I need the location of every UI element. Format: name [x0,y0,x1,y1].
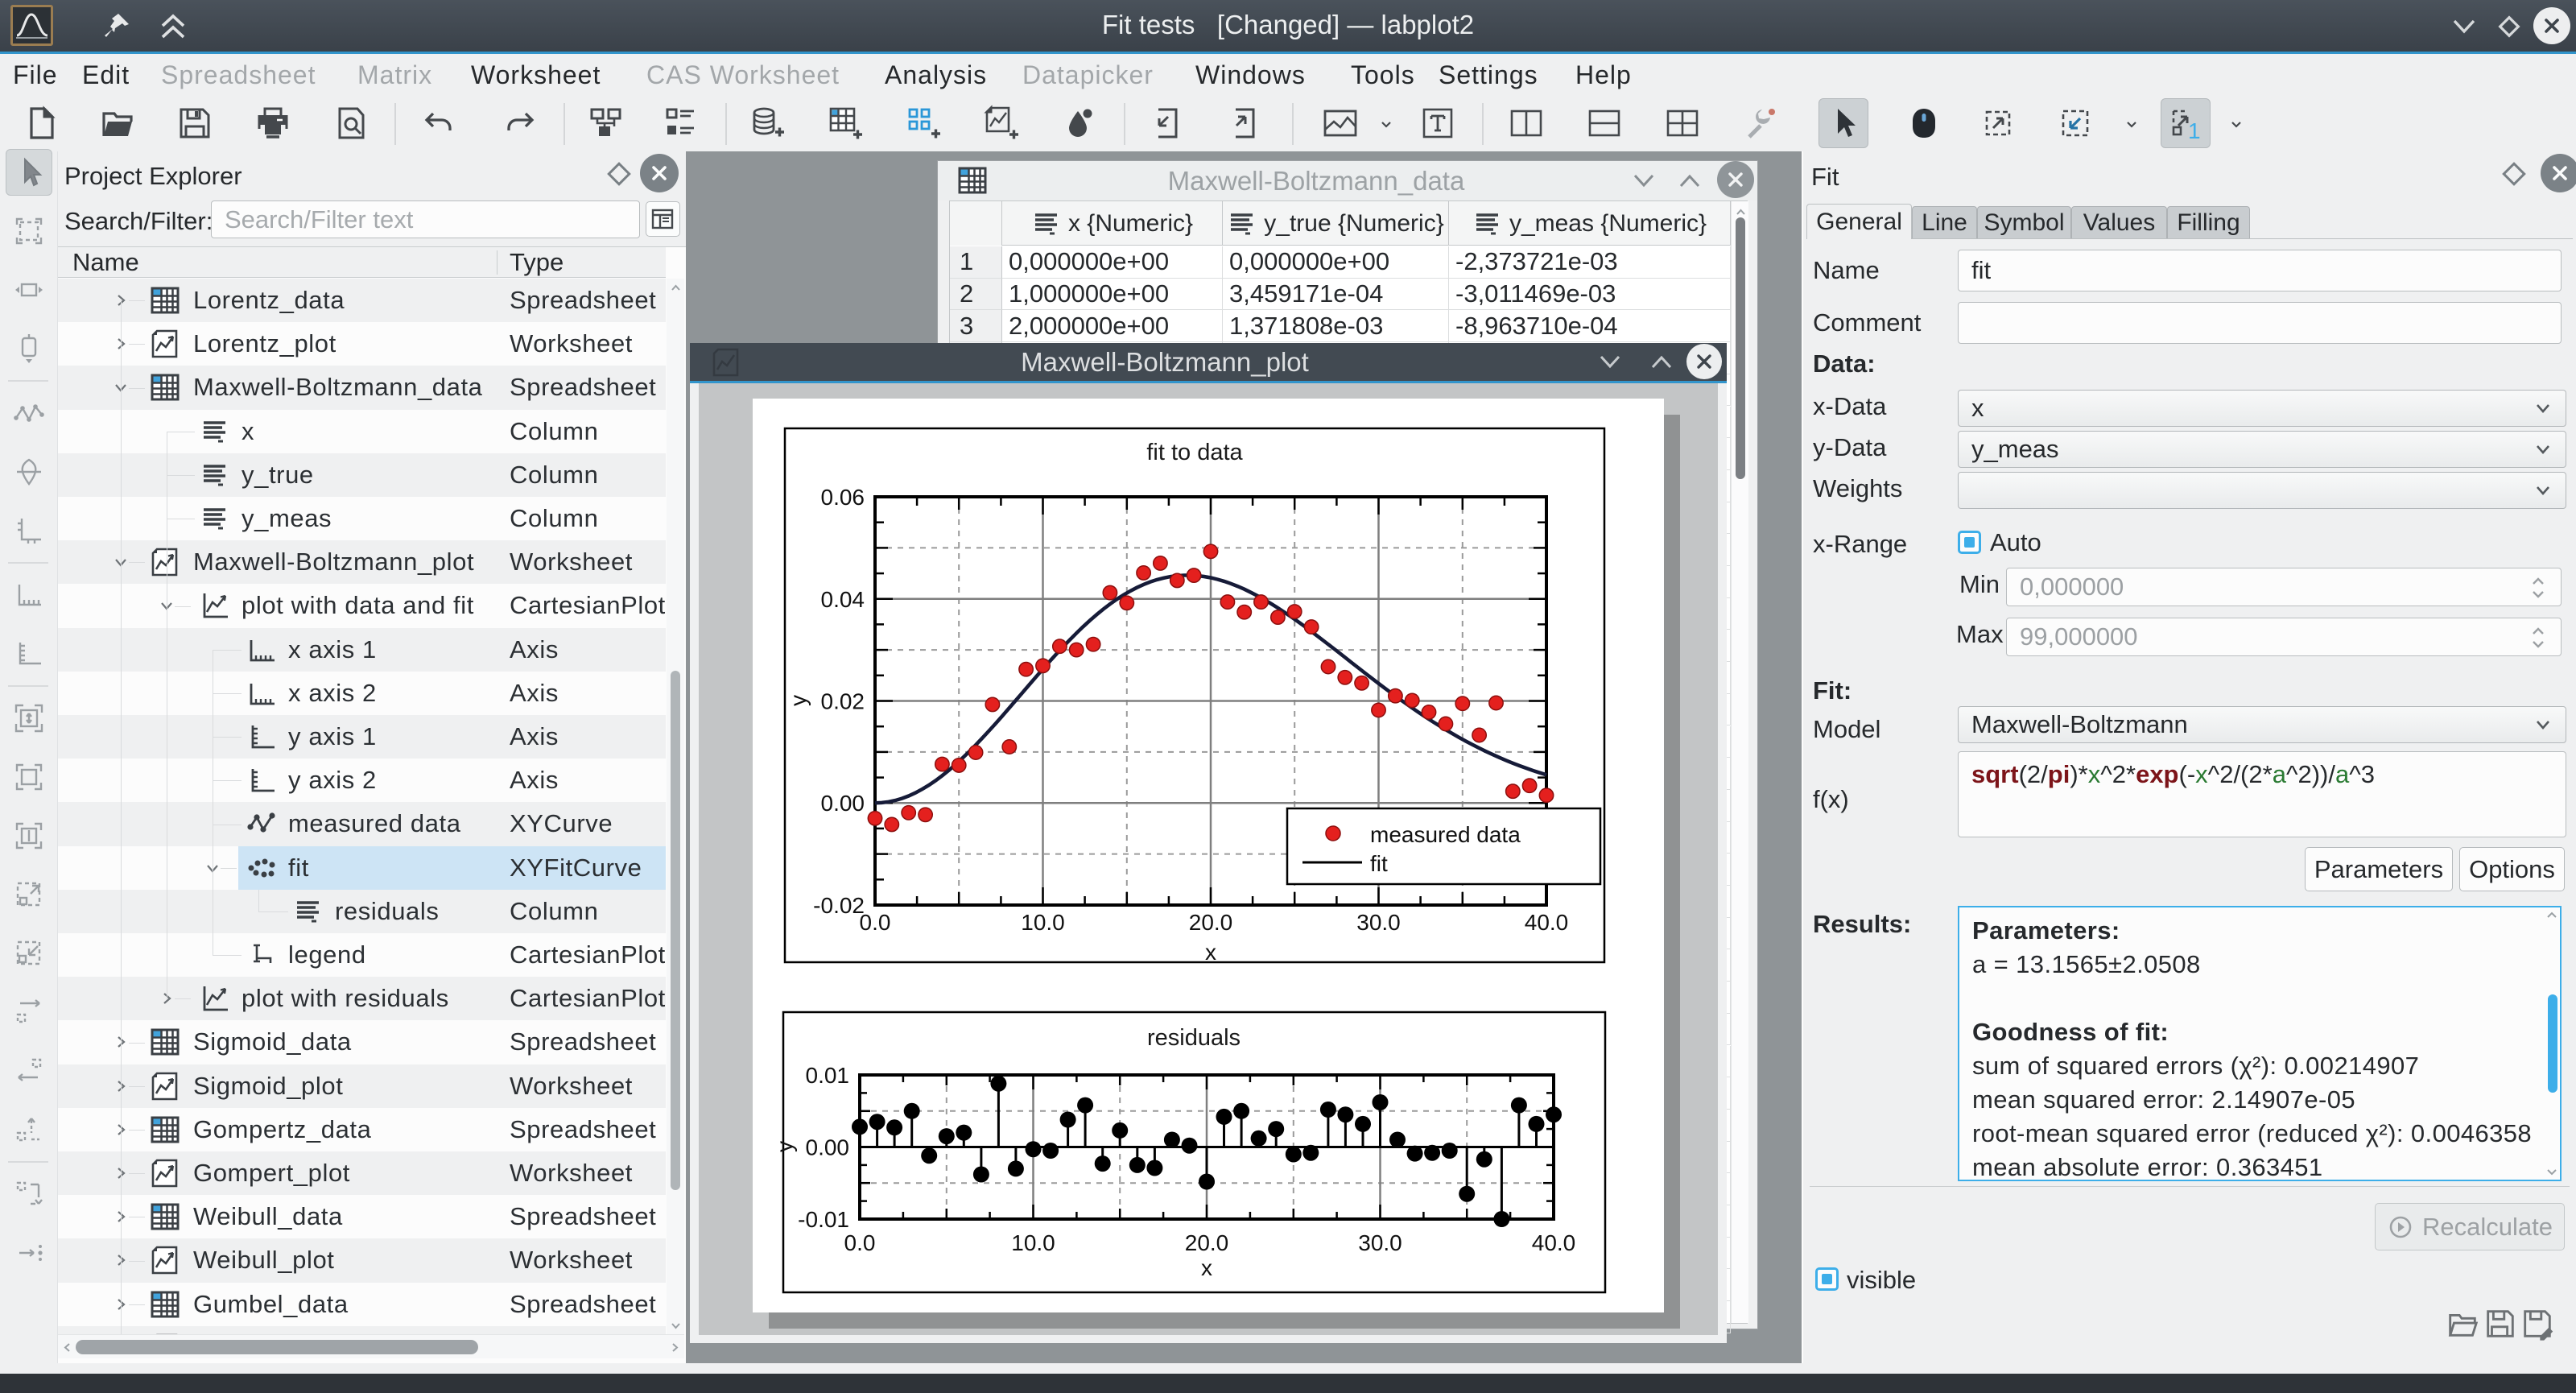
svg-text:0.00: 0.00 [806,1135,850,1160]
svg-text:fit to data: fit to data [1146,440,1243,465]
svg-text:10.0: 10.0 [1021,910,1065,935]
svg-text:40.0: 40.0 [1532,1230,1576,1255]
svg-text:y: y [772,1141,797,1152]
svg-text:0.04: 0.04 [821,587,865,612]
svg-text:0.01: 0.01 [806,1063,850,1088]
svg-text:-0.02: -0.02 [813,893,865,918]
svg-text:y: y [786,695,811,706]
svg-text:residuals: residuals [1147,1025,1241,1051]
svg-text:20.0: 20.0 [1189,910,1233,935]
svg-text:0.0: 0.0 [860,910,891,935]
svg-text:30.0: 30.0 [1358,1230,1402,1255]
svg-text:40.0: 40.0 [1525,910,1569,935]
svg-text:-0.01: -0.01 [798,1207,849,1232]
svg-text:20.0: 20.0 [1185,1230,1229,1255]
svg-text:0.02: 0.02 [821,689,865,714]
svg-text:measured data: measured data [1370,822,1521,847]
svg-text:10.0: 10.0 [1011,1230,1055,1255]
svg-text:x: x [1201,1255,1212,1280]
svg-text:0.0: 0.0 [844,1230,876,1255]
svg-text:30.0: 30.0 [1356,910,1401,935]
svg-text:0.06: 0.06 [821,485,865,510]
svg-text:0.00: 0.00 [821,791,865,816]
svg-text:x: x [1205,940,1216,965]
svg-text:1: 1 [2188,118,2201,142]
svg-text:fit: fit [1370,851,1388,876]
